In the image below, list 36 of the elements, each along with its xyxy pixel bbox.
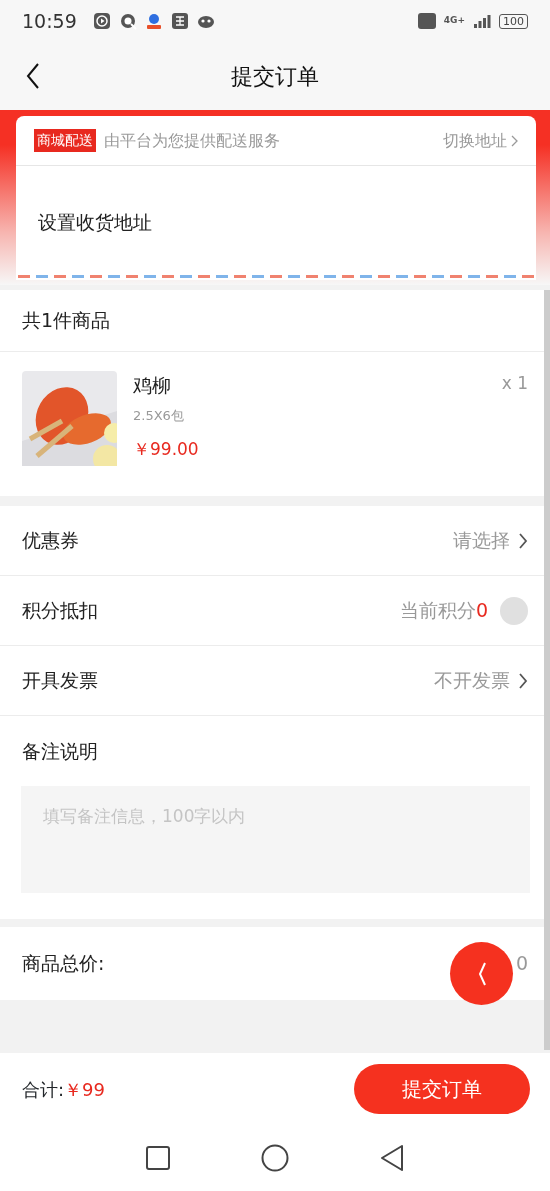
home-icon[interactable] [261, 1144, 289, 1172]
product-price: ￥99.00 [133, 438, 199, 461]
chevron-right-icon [511, 134, 518, 147]
recent-apps-icon[interactable] [145, 1146, 170, 1170]
set-address-link[interactable]: 设置收货地址 [16, 208, 536, 237]
battery-level: 100 [499, 13, 528, 29]
network-type: 4G+ [443, 14, 465, 28]
back-nav-icon[interactable] [380, 1144, 405, 1172]
submit-order-button[interactable]: 提交订单 [354, 1064, 530, 1114]
signal-icon [473, 14, 491, 28]
clock: 10:59 [22, 8, 77, 34]
toggle-switch[interactable] [500, 596, 528, 625]
sum-label: 合计: [22, 1077, 65, 1102]
option-label: 优惠券 [22, 528, 79, 554]
option-label: 开具发票 [22, 668, 98, 694]
option-label: 积分抵扣 [22, 598, 98, 624]
total-value: 0 [515, 950, 528, 976]
chevron-right-icon [518, 531, 528, 550]
delivery-note: 由平台为您提供配送服务 [104, 129, 280, 152]
chevron-left-icon [476, 960, 487, 987]
option-value[interactable]: 请选择 [453, 526, 510, 555]
delivery-tag: 商城配送 [34, 129, 96, 152]
option-value[interactable]: 不开发票 [434, 666, 510, 695]
sum-value: ￥99 [64, 1077, 105, 1102]
total-label: 商品总价: [22, 950, 105, 976]
back-icon[interactable] [26, 63, 40, 89]
chevron-right-icon [518, 671, 528, 690]
product-quantity: x 1 [501, 372, 528, 395]
switch-address-link[interactable]: 切换地址 [443, 128, 518, 153]
play-app-icon [92, 12, 111, 30]
points-balance: 当前积分0 [399, 598, 488, 624]
remark-label: 备注说明 [21, 739, 99, 764]
goods-count: 共1件商品 [22, 308, 111, 334]
page-title: 提交订单 [231, 62, 319, 91]
product-name: 鸡柳 [133, 373, 172, 398]
product-spec: 2.5X6包 [133, 406, 185, 425]
